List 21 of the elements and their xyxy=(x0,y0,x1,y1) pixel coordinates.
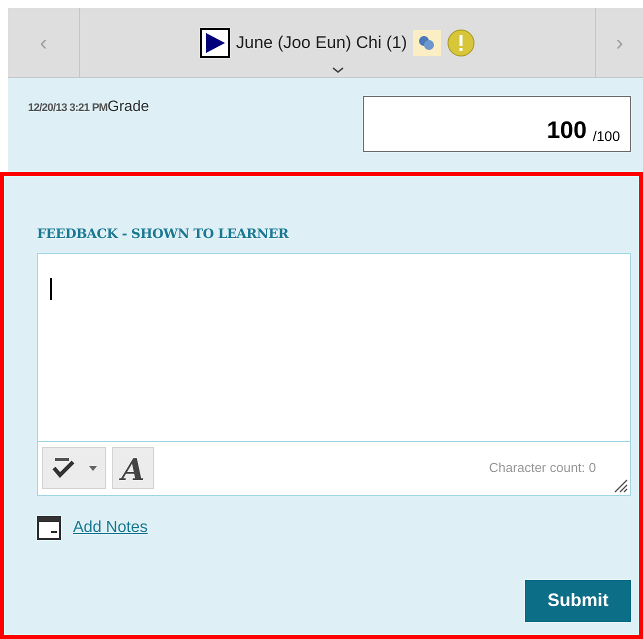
student-name: June (Joo Eun) Chi (1) xyxy=(236,32,408,54)
feedback-label: FEEDBACK - SHOWN TO LEARNER xyxy=(37,226,290,244)
play-icon xyxy=(200,28,230,58)
submit-button[interactable]: Submit xyxy=(525,580,631,622)
grade-field[interactable]: 100 /100 xyxy=(363,96,631,152)
caret-icon xyxy=(89,466,97,470)
grade-max: /100 xyxy=(592,129,620,143)
warning-icon xyxy=(447,28,476,56)
chevron-down-icon[interactable] xyxy=(332,67,344,73)
timestamp: 12/20/13 3:21 PM xyxy=(28,101,108,116)
grade-label: Grade xyxy=(107,97,150,117)
text-cursor xyxy=(50,278,52,300)
people-icon xyxy=(413,30,442,56)
add-notes-link[interactable]: Add Notes xyxy=(73,516,148,540)
spellcheck-button[interactable] xyxy=(42,447,106,489)
resize-handle-icon[interactable] xyxy=(614,478,628,492)
spellcheck-icon xyxy=(51,456,77,480)
font-button[interactable]: A xyxy=(112,447,154,489)
character-count: Character count: 0 xyxy=(489,459,596,478)
grade-value: 100 xyxy=(546,119,587,143)
notes-icon xyxy=(37,516,61,540)
